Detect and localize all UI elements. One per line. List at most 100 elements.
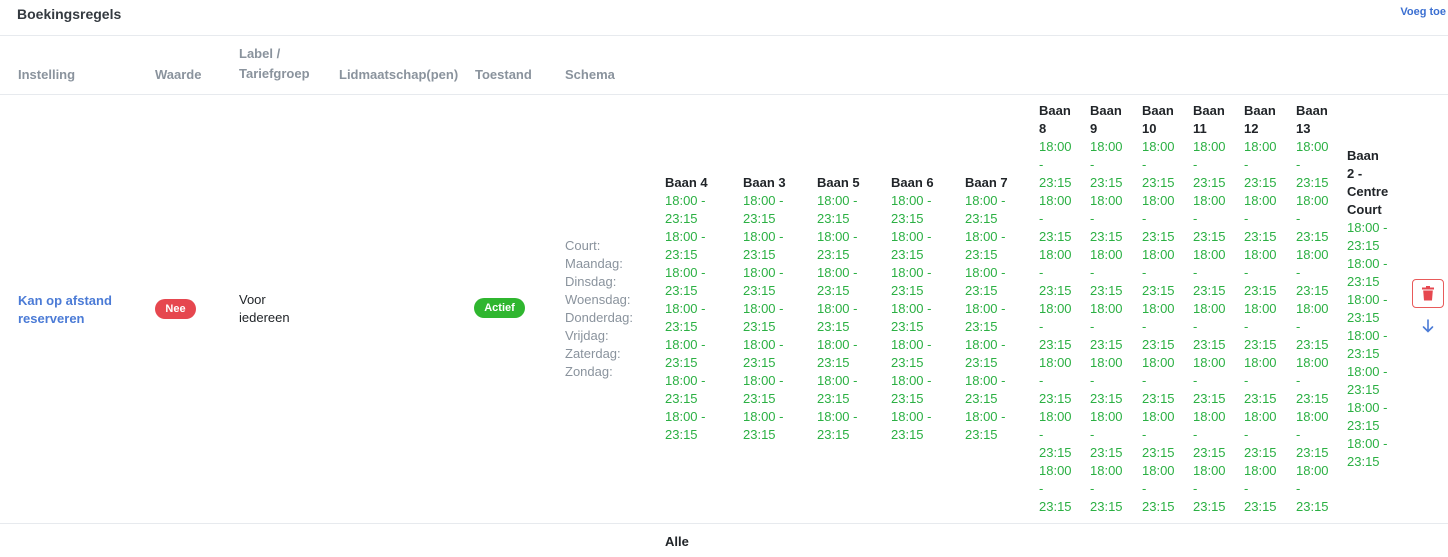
court-time-slot: 18:00 - 23:15	[891, 373, 932, 406]
court-time-slot: 18:00 - 23:15	[1039, 463, 1072, 514]
column-header-schedule: Schema	[565, 67, 615, 82]
schedule-label: Dinsdag:	[565, 274, 617, 289]
court-time-slot: 18:00 - 23:15	[665, 373, 706, 406]
court-time-slot: 18:00 - 23:15	[965, 229, 1006, 262]
court-time-slot: 18:00 - 23:15	[1296, 139, 1329, 190]
court-time-slot: 18:00 - 23:15	[665, 265, 706, 298]
court-time-slot: 18:00 - 23:15	[817, 337, 858, 370]
table-header: Instelling Waarde Label / Tariefgroep Li…	[0, 36, 1448, 95]
court-time-slot: 18:00 - 23:15	[1193, 247, 1226, 298]
court-name: Baan 6	[891, 175, 934, 190]
court-column: Baan 10 18:00 - 23:15 18:00 - 23:15 18:00 -…	[1142, 102, 1182, 516]
court-time-slot: 18:00 - 23:15	[1142, 463, 1175, 514]
value-badge: Nee	[155, 299, 196, 319]
court-time-slot: 18:00 - 23:15	[965, 409, 1006, 442]
court-name: Baan 7	[965, 175, 1008, 190]
court-time-slot: 18:00 - 23:15	[817, 373, 858, 406]
court-name: Baan 8	[1039, 103, 1071, 136]
court-name: Baan 5	[817, 175, 860, 190]
move-down-button[interactable]	[1412, 311, 1444, 340]
court-column: Baan 8 18:00 - 23:15 18:00 - 23:15 18:00 - …	[1039, 102, 1079, 516]
court-time-slot: 18:00 - 23:15	[665, 301, 706, 334]
court-time-slot: 18:00 - 23:15	[1142, 301, 1175, 352]
court-time-slot: 18:00 - 23:15	[1244, 193, 1277, 244]
court-time-slot: 18:00 - 23:15	[1296, 301, 1329, 352]
court-time-slot: 18:00 - 23:15	[743, 337, 784, 370]
court-time-slot: 18:00 - 23:15	[1347, 256, 1388, 289]
court-column: Baan 4 18:00 - 23:15 18:00 - 23:15 18:00 - …	[665, 174, 739, 444]
card-header: Boekingsregels Voeg toe	[0, 0, 1448, 36]
court-time-slot: 18:00 - 23:15	[1347, 292, 1388, 325]
setting-link[interactable]: Kan op afstand reserveren	[18, 292, 128, 328]
court-time-slot: 18:00 - 23:15	[743, 193, 784, 226]
court-time-slot: 18:00 - 23:15	[1039, 355, 1072, 406]
court-time-slot: 18:00 - 23:15	[1142, 139, 1175, 190]
court-time-slot: 18:00 - 23:15	[817, 301, 858, 334]
court-time-slot: 18:00 - 23:15	[743, 409, 784, 442]
court-time-slot: 18:00 - 23:15	[1244, 409, 1277, 460]
court-name: Baan 12	[1244, 103, 1276, 136]
column-header-value: Waarde	[155, 67, 202, 82]
court-time-slot: 18:00 - 23:15	[1296, 463, 1329, 514]
court-time-slot: 18:00 - 23:15	[743, 301, 784, 334]
court-time-slot: 18:00 - 23:15	[891, 265, 932, 298]
court-time-slot: 18:00 - 23:15	[1090, 139, 1123, 190]
delete-button[interactable]	[1412, 279, 1444, 308]
arrow-down-icon	[1422, 318, 1434, 333]
court-time-slot: 18:00 - 23:15	[1039, 301, 1072, 352]
court-column: Baan 2 - Centre Court 18:00 - 23:15 18:00 …	[1347, 147, 1389, 471]
court-time-slot: 18:00 - 23:15	[1347, 220, 1388, 253]
court-time-slot: 18:00 - 23:15	[665, 229, 706, 262]
court-time-slot: 18:00 - 23:15	[1142, 247, 1175, 298]
court-time-slot: 18:00 - 23:15	[1347, 400, 1388, 433]
court-time-slot: 18:00 - 23:15	[891, 193, 932, 226]
schedule-label: Zaterdag:	[565, 346, 621, 361]
schedule-label: Zondag:	[565, 364, 613, 379]
court-time-slot: 18:00 - 23:15	[1244, 463, 1277, 514]
court-time-slot: 18:00 - 23:15	[1296, 409, 1329, 460]
court-time-slot: 18:00 - 23:15	[1193, 355, 1226, 406]
court-column: Baan 9 18:00 - 23:15 18:00 - 23:15 18:00 - …	[1090, 102, 1130, 516]
court-time-slot: 18:00 - 23:15	[665, 337, 706, 370]
court-time-slot: 18:00 - 23:15	[1347, 328, 1388, 361]
court-time-slot: 18:00 - 23:15	[965, 265, 1006, 298]
court-time-slot: 18:00 - 23:15	[1347, 364, 1388, 397]
court-time-slot: 18:00 - 23:15	[817, 409, 858, 442]
court-time-slot: 18:00 - 23:15	[891, 337, 932, 370]
court-time-slot: 18:00 - 23:15	[817, 265, 858, 298]
schedule-label: Woensdag:	[565, 292, 631, 307]
court-time-slot: 18:00 - 23:15	[1039, 193, 1072, 244]
court-time-slot: 18:00 - 23:15	[1244, 355, 1277, 406]
court-time-slot: 18:00 - 23:15	[817, 229, 858, 262]
court-time-slot: 18:00 - 23:15	[891, 301, 932, 334]
court-column: Baan 5 18:00 - 23:15 18:00 - 23:15 18:00 - …	[817, 174, 891, 444]
column-header-label: Label / Tariefgroep	[239, 46, 310, 81]
court-time-slot: 18:00 - 23:15	[1193, 301, 1226, 352]
court-time-slot: 18:00 - 23:15	[1193, 193, 1226, 244]
court-column: Baan 11 18:00 - 23:15 18:00 - 23:15 18:00 -…	[1193, 102, 1233, 516]
schedule-label: Maandag:	[565, 256, 623, 271]
court-time-slot: 18:00 - 23:15	[1090, 193, 1123, 244]
column-header-status: Toestand	[475, 67, 532, 82]
court-name: Baan 13	[1296, 103, 1328, 136]
add-rule-link[interactable]: Voeg toe	[1400, 6, 1446, 18]
court-column: Baan 12 18:00 - 23:15 18:00 - 23:15 18:00 -…	[1244, 102, 1284, 516]
court-time-slot: 18:00 - 23:15	[1090, 409, 1123, 460]
court-time-slot: 18:00 - 23:15	[1090, 247, 1123, 298]
court-column: Baan 13 18:00 - 23:15 18:00 - 23:15 18:00 -…	[1296, 102, 1336, 516]
court-time-slot: 18:00 - 23:15	[665, 409, 706, 442]
court-column: Baan 3 18:00 - 23:15 18:00 - 23:15 18:00 - …	[743, 174, 817, 444]
court-name: Baan 9	[1090, 103, 1122, 136]
court-time-slot: 18:00 - 23:15	[1090, 301, 1123, 352]
court-time-slot: 18:00 - 23:15	[1039, 409, 1072, 460]
court-time-slot: 18:00 - 23:15	[965, 301, 1006, 334]
court-time-slot: 18:00 - 23:15	[1296, 247, 1329, 298]
court-time-slot: 18:00 - 23:15	[1039, 247, 1072, 298]
trash-icon	[1422, 286, 1434, 301]
court-name: Baan 10	[1142, 103, 1174, 136]
court-time-slot: 18:00 - 23:15	[1244, 139, 1277, 190]
column-header-membership: Lidmaatschap(pen)	[339, 67, 459, 82]
court-time-slot: 18:00 - 23:15	[817, 193, 858, 226]
court-time-slot: 18:00 - 23:15	[965, 193, 1006, 226]
court-time-slot: 18:00 - 23:15	[1142, 193, 1175, 244]
